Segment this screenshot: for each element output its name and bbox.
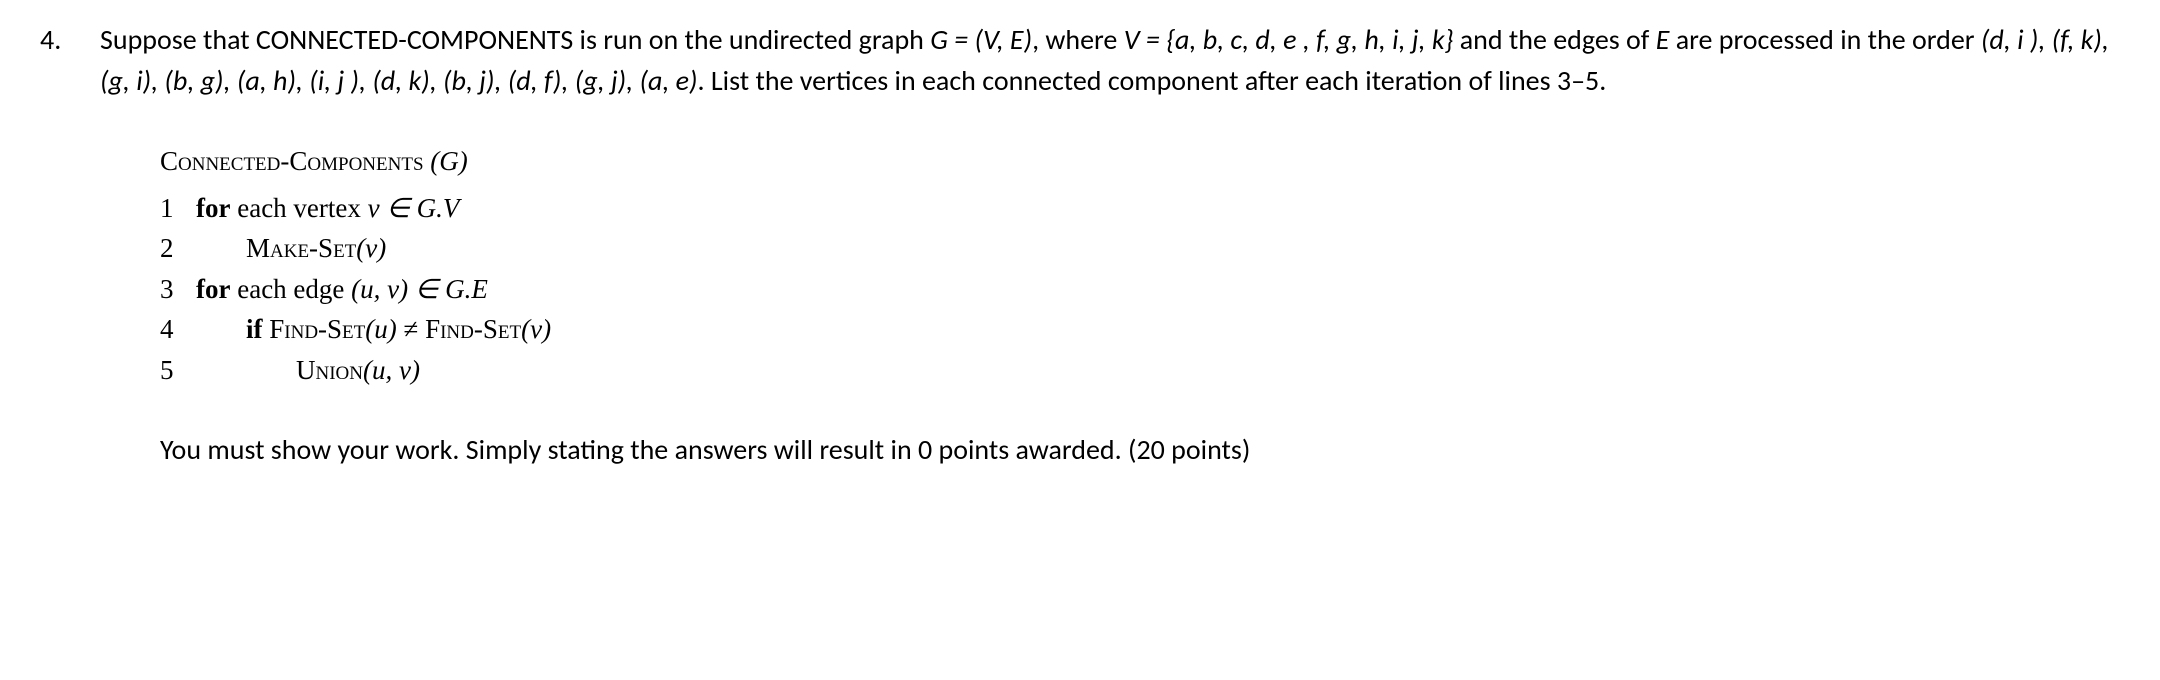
text-segment: each vertex bbox=[230, 193, 367, 223]
func-name: Connected-Components bbox=[160, 146, 424, 176]
text-segment: and the edges of bbox=[1453, 22, 1655, 57]
keyword-for: for bbox=[196, 193, 230, 223]
line-number: 2 bbox=[160, 228, 196, 269]
line-content: for each edge (u, v) ∈ G.E bbox=[196, 269, 488, 310]
keyword-if: if bbox=[246, 314, 263, 344]
vertex-set: a, b, c, d, e , f, g, h, i, j, k bbox=[1175, 22, 1445, 57]
func-name: Make-Set bbox=[246, 233, 356, 263]
line-number: 3 bbox=[160, 269, 196, 310]
func-name: Union bbox=[296, 355, 363, 385]
text-segment: , where bbox=[1032, 22, 1124, 57]
line-content: if Find-Set(u) ≠ Find-Set(v) bbox=[196, 309, 551, 350]
pseudocode-line: 1 for each vertex v ∈ G.V bbox=[160, 188, 2120, 229]
text-segment: each edge bbox=[230, 274, 351, 304]
math-expr: (u, v) ∈ G.E bbox=[351, 274, 488, 304]
question-text: Suppose that CONNECTED-COMPONENTS is run… bbox=[100, 20, 2120, 101]
text-segment: Suppose that CONNECTED-COMPONENTS is run… bbox=[100, 22, 930, 57]
e-symbol: E bbox=[1656, 22, 1670, 57]
line-content: for each vertex v ∈ G.V bbox=[196, 188, 459, 229]
footer-instruction: You must show your work. Simply stating … bbox=[160, 430, 2120, 471]
question-number: 4. bbox=[40, 20, 80, 471]
func-name: Find-Set bbox=[425, 314, 521, 344]
line-content: Make-Set(v) bbox=[196, 228, 386, 269]
func-arg: (u) bbox=[365, 314, 396, 344]
operator-neq: ≠ bbox=[397, 314, 425, 344]
line-number: 5 bbox=[160, 350, 196, 391]
pseudocode-line: 4 if Find-Set(u) ≠ Find-Set(v) bbox=[160, 309, 2120, 350]
func-arg: (v) bbox=[521, 314, 551, 344]
v-prefix: V = { bbox=[1124, 22, 1175, 57]
keyword-for: for bbox=[196, 274, 230, 304]
graph-definition: G = (V, E) bbox=[930, 22, 1032, 57]
pseudocode-line: 5 Union(u, v) bbox=[160, 350, 2120, 391]
func-arg: (G) bbox=[424, 146, 468, 176]
line-number: 1 bbox=[160, 188, 196, 229]
line-content: Union(u, v) bbox=[196, 350, 420, 391]
func-arg: (u, v) bbox=[363, 355, 420, 385]
pseudocode-block: Connected-Components (G) 1 for each vert… bbox=[160, 141, 2120, 390]
question-body: Suppose that CONNECTED-COMPONENTS is run… bbox=[100, 20, 2120, 471]
text-segment: . List the vertices in each connected co… bbox=[698, 63, 1607, 98]
func-arg: (v) bbox=[356, 233, 386, 263]
text-segment: are processed in the order bbox=[1669, 22, 1981, 57]
line-number: 4 bbox=[160, 309, 196, 350]
pseudocode-line: 2 Make-Set(v) bbox=[160, 228, 2120, 269]
math-expr: v ∈ G.V bbox=[368, 193, 460, 223]
question-container: 4. Suppose that CONNECTED-COMPONENTS is … bbox=[40, 20, 2120, 471]
pseudocode-line: 3 for each edge (u, v) ∈ G.E bbox=[160, 269, 2120, 310]
pseudocode-title: Connected-Components (G) bbox=[160, 141, 2120, 182]
func-name: Find-Set bbox=[263, 314, 366, 344]
